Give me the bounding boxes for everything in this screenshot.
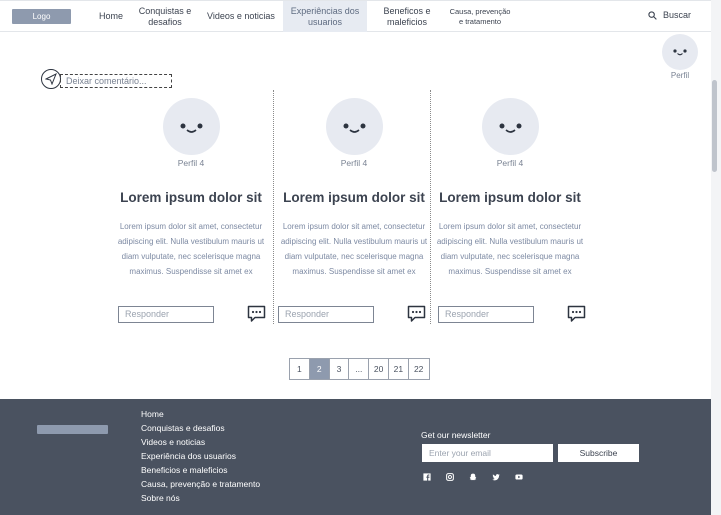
newsletter-title: Get our newsletter <box>421 430 491 440</box>
post-title: Lorem ipsum dolor sit <box>439 190 581 205</box>
comment-input[interactable]: Deixar comentário... <box>60 74 172 88</box>
search-icon <box>648 10 657 20</box>
card-divider <box>273 90 274 324</box>
nav-home[interactable]: Home <box>95 1 127 32</box>
smiley-face-icon <box>180 123 202 133</box>
nav-causa-prevencao-tratamento[interactable]: Causa, prevenção e tratamento <box>449 1 511 32</box>
post-body: Lorem ipsum dolor sit amet, consectetur … <box>117 222 265 276</box>
top-navigation-bar: Logo Home Conquistas e desafios Videos e… <box>0 0 711 32</box>
snapchat-icon[interactable] <box>468 473 478 481</box>
post-card: Perfil 4 Lorem ipsum dolor sit Lorem ips… <box>279 98 429 294</box>
search-label: Buscar <box>663 10 692 20</box>
pagination: 1 2 3 ... 20 21 22 <box>289 358 430 380</box>
reply-input[interactable]: Responder <box>438 306 534 323</box>
smiley-face-icon <box>673 49 687 56</box>
card-divider <box>430 90 431 324</box>
post-title: Lorem ipsum dolor sit <box>283 190 425 205</box>
email-input[interactable]: Enter your email <box>422 444 553 462</box>
reply-input[interactable]: Responder <box>118 306 214 323</box>
facebook-icon[interactable] <box>422 473 432 481</box>
post-card: Perfil 4 Lorem ipsum dolor sit Lorem ips… <box>116 98 266 294</box>
page-ellipsis: ... <box>349 359 370 379</box>
footer-link-beneficios[interactable]: Beneficios e maleficios <box>141 463 260 477</box>
footer-link-videos[interactable]: Videos e noticias <box>141 435 260 449</box>
footer-link-home[interactable]: Home <box>141 407 260 421</box>
author-name[interactable]: Perfil 4 <box>279 158 429 168</box>
footer-logo[interactable] <box>37 425 108 434</box>
page-button[interactable]: 3 <box>330 359 350 379</box>
post-card: Perfil 4 Lorem ipsum dolor sit Lorem ips… <box>435 98 585 294</box>
page-button[interactable]: 22 <box>409 359 429 379</box>
scrollbar-thumb[interactable] <box>712 80 717 172</box>
page-button-active[interactable]: 2 <box>309 359 330 379</box>
author-name[interactable]: Perfil 4 <box>435 158 585 168</box>
reply-input[interactable]: Responder <box>278 306 374 323</box>
logo[interactable]: Logo <box>12 9 71 24</box>
author-name[interactable]: Perfil 4 <box>116 158 266 168</box>
profile-avatar[interactable] <box>662 34 698 70</box>
send-icon[interactable] <box>41 69 61 89</box>
comment-bubble-icon[interactable] <box>407 305 426 323</box>
page-button[interactable]: 21 <box>389 359 409 379</box>
page-button[interactable]: 20 <box>369 359 389 379</box>
author-avatar[interactable] <box>162 98 220 155</box>
post-body: Lorem ipsum dolor sit amet, consectetur … <box>436 222 584 276</box>
footer-link-sobre[interactable]: Sobre nós <box>141 491 260 505</box>
nav-conquistas-desafios[interactable]: Conquistas e desafios <box>137 1 193 32</box>
page-button[interactable]: 1 <box>290 359 310 379</box>
nav-beneficos-maleficios[interactable]: Beneficos e maleficios <box>378 1 436 32</box>
subscribe-button[interactable]: Subscribe <box>558 444 639 462</box>
search-button[interactable]: Buscar <box>648 10 691 20</box>
author-avatar[interactable] <box>325 98 383 155</box>
scrollbar-track[interactable] <box>711 0 721 515</box>
author-avatar[interactable] <box>481 98 539 155</box>
comment-bubble-icon[interactable] <box>247 305 266 323</box>
footer-link-experiencia[interactable]: Experiência dos usuarios <box>141 449 260 463</box>
post-body: Lorem ipsum dolor sit amet, consectetur … <box>280 222 428 276</box>
footer: Home Conquistas e desafios Videos e noti… <box>0 399 711 515</box>
profile-label: Perfil <box>670 71 690 80</box>
footer-link-causa[interactable]: Causa, prevenção e tratamento <box>141 477 260 491</box>
smiley-face-icon <box>343 123 365 133</box>
nav-experiencias-usuarios[interactable]: Experiências dos usuarios <box>283 1 367 32</box>
nav-videos-noticias[interactable]: Videos e noticias <box>204 1 278 32</box>
post-title: Lorem ipsum dolor sit <box>120 190 262 205</box>
youtube-icon[interactable] <box>514 473 524 481</box>
comment-bubble-icon[interactable] <box>567 305 586 323</box>
smiley-face-icon <box>499 123 521 133</box>
twitter-icon[interactable] <box>491 473 501 481</box>
footer-links: Home Conquistas e desafios Videos e noti… <box>141 407 260 505</box>
footer-link-conquistas[interactable]: Conquistas e desafios <box>141 421 260 435</box>
instagram-icon[interactable] <box>445 473 455 481</box>
